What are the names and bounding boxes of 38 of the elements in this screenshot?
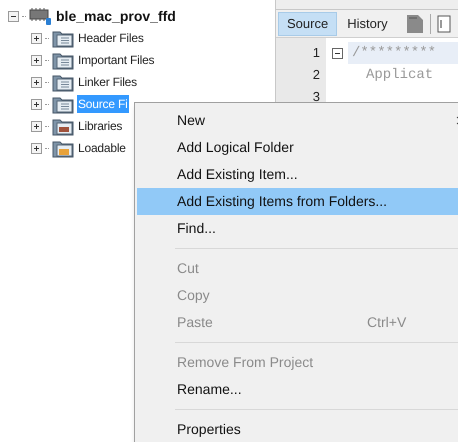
shortcut-text: Ctrl+V xyxy=(367,313,406,332)
project-name[interactable]: ble_mac_prov_ffd xyxy=(56,6,176,26)
folder-icon xyxy=(52,94,74,114)
expand-icon[interactable] xyxy=(31,76,42,88)
menu-item[interactable]: Add Existing Items from Folders... xyxy=(137,188,458,215)
folder-icon xyxy=(52,28,74,48)
document-icon[interactable] xyxy=(406,14,424,34)
toolbar-icon[interactable] xyxy=(436,14,451,32)
loadable-folder-icon xyxy=(52,138,74,158)
code-line: /********* xyxy=(352,44,436,62)
code-line: Applicat xyxy=(365,66,434,84)
tree-item[interactable]: Libraries xyxy=(77,117,124,135)
editor-tab[interactable]: Source xyxy=(278,12,338,36)
menu-item[interactable]: Properties xyxy=(137,416,458,442)
menu-item[interactable]: Rename... xyxy=(137,376,458,403)
line-number: 3 xyxy=(312,88,320,106)
expand-icon[interactable] xyxy=(31,120,42,132)
expand-icon[interactable] xyxy=(31,98,42,110)
editor-tab[interactable]: History xyxy=(339,12,396,36)
tree-item[interactable]: Header Files xyxy=(77,29,145,47)
folder-icon xyxy=(52,50,74,70)
line-number: 1 xyxy=(312,44,320,62)
expand-icon[interactable] xyxy=(31,142,42,154)
collapse-icon[interactable] xyxy=(8,10,19,22)
menu-item[interactable]: New xyxy=(137,107,458,134)
folder-icon xyxy=(52,72,74,92)
menu-item[interactable]: Add Logical Folder xyxy=(137,134,458,161)
fold-icon[interactable] xyxy=(332,48,342,58)
library-folder-icon xyxy=(52,116,74,136)
expand-icon[interactable] xyxy=(31,32,42,44)
chip-icon xyxy=(29,7,53,25)
tree-item[interactable]: Linker Files xyxy=(77,73,138,91)
menu-item[interactable]: Find... xyxy=(137,215,458,242)
menu-item[interactable]: Add Existing Item... xyxy=(137,161,458,188)
tree-item[interactable]: Important Files xyxy=(77,51,156,69)
line-number: 2 xyxy=(312,66,320,84)
expand-icon[interactable] xyxy=(31,54,42,66)
tree-item[interactable]: Loadable xyxy=(77,139,127,157)
